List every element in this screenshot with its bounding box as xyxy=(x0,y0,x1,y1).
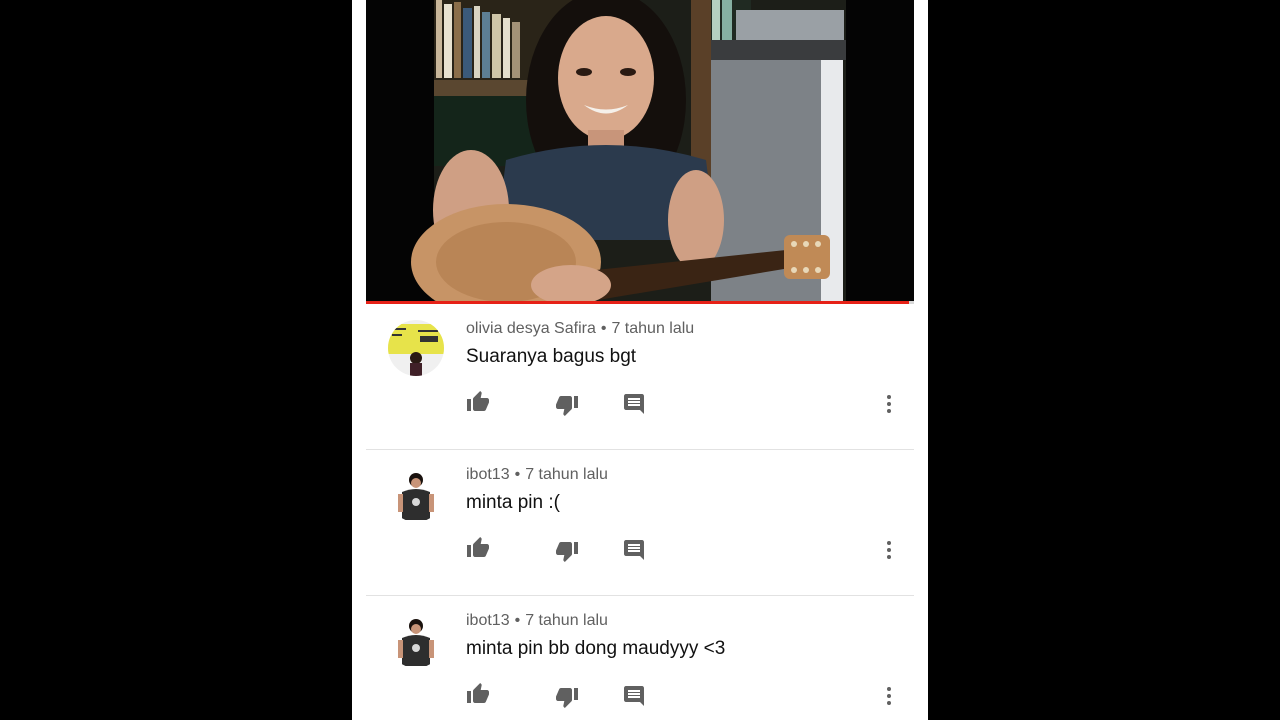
comment-meta: olivia desya Safira • 7 tahun lalu xyxy=(466,320,694,338)
video-frame xyxy=(366,0,914,302)
comment-text: minta pin bb dong maudyyy <3 xyxy=(466,638,726,659)
video-player[interactable] xyxy=(366,0,914,302)
comment-timestamp: 7 tahun lalu xyxy=(525,466,608,483)
comment-timestamp: 7 tahun lalu xyxy=(611,320,695,337)
thumb-up-icon[interactable] xyxy=(466,390,490,414)
comment-actions xyxy=(366,536,914,564)
meta-separator: • xyxy=(514,612,521,629)
comment-reply-icon[interactable] xyxy=(622,392,646,416)
comment-author[interactable]: olivia desya Safira xyxy=(466,320,596,337)
comment-meta: ibot13 • 7 tahun lalu xyxy=(466,612,608,630)
user-avatar-person-icon[interactable] xyxy=(388,612,444,668)
comment-actions xyxy=(366,682,914,710)
thumb-up-icon[interactable] xyxy=(466,682,490,706)
thumb-up-icon[interactable] xyxy=(466,536,490,560)
comment-list: olivia desya Safira • 7 tahun lalu Suarany… xyxy=(366,304,914,720)
comment-item: olivia desya Safira • 7 tahun lalu Suarany… xyxy=(366,304,914,450)
comment-author[interactable]: ibot13 xyxy=(466,466,510,483)
comment-meta: ibot13 • 7 tahun lalu xyxy=(466,466,608,484)
thumb-down-icon[interactable] xyxy=(555,393,579,417)
comment-item: ibot13 • 7 tahun lalu minta pin bb dong ma… xyxy=(366,596,914,720)
more-vert-icon[interactable] xyxy=(877,684,901,708)
meta-separator: • xyxy=(514,466,521,483)
comment-text: minta pin :( xyxy=(466,492,560,513)
comment-text: Suaranya bagus bgt xyxy=(466,346,637,367)
comment-timestamp: 7 tahun lalu xyxy=(525,612,608,629)
comment-item: ibot13 • 7 tahun lalu minta pin :( xyxy=(366,450,914,596)
comment-reply-icon[interactable] xyxy=(622,684,646,708)
comment-actions xyxy=(366,390,914,418)
user-avatar-yellow-icon[interactable] xyxy=(388,320,444,376)
more-vert-icon[interactable] xyxy=(877,392,901,416)
user-avatar-person-icon[interactable] xyxy=(388,466,444,522)
meta-separator: • xyxy=(600,320,607,337)
comment-reply-icon[interactable] xyxy=(622,538,646,562)
thumb-down-icon[interactable] xyxy=(555,539,579,563)
comment-author[interactable]: ibot13 xyxy=(466,612,510,629)
thumb-down-icon[interactable] xyxy=(555,685,579,709)
mobile-screen: olivia desya Safira • 7 tahun lalu Suarany… xyxy=(352,0,928,720)
more-vert-icon[interactable] xyxy=(877,538,901,562)
